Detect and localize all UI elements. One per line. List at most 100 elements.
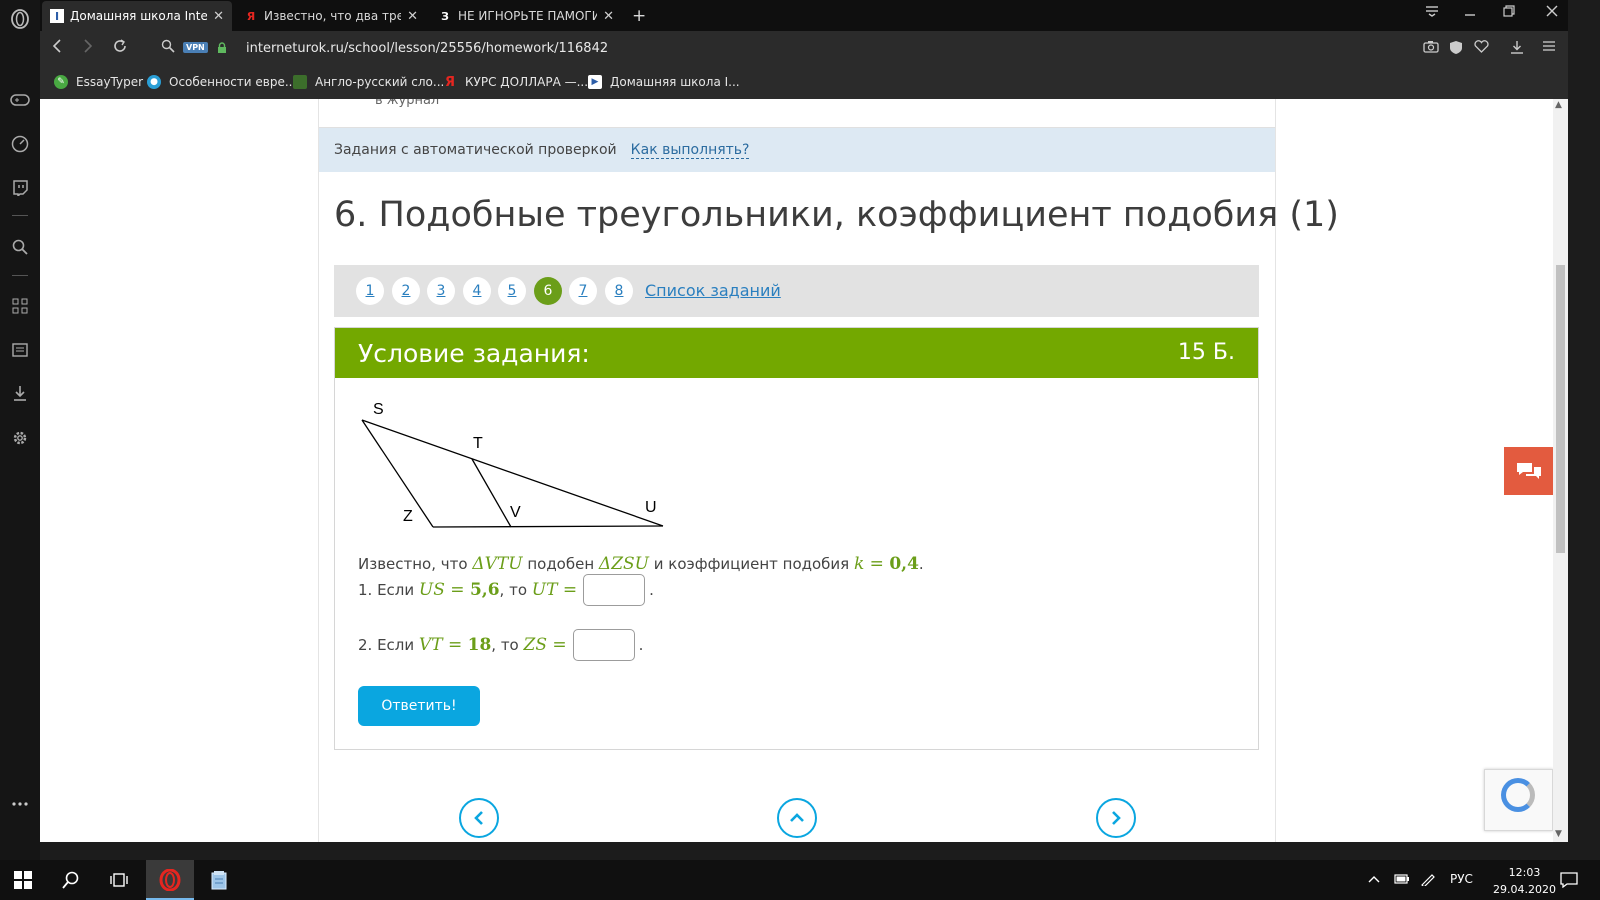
restore-icon[interactable] xyxy=(1497,5,1521,21)
tab-menu-icon[interactable] xyxy=(1420,5,1444,21)
tab-znanija[interactable]: З НЕ ИГНОРЬТЕ ПАМОГИТЕ ✕ xyxy=(430,1,622,31)
favicon-icon: I xyxy=(50,9,64,23)
notifications-icon[interactable] xyxy=(1560,872,1578,891)
text: Известно, что xyxy=(358,555,473,573)
bookmark-home-school[interactable]: ▶ Домашняя школа I... xyxy=(588,75,740,89)
math-var: UT xyxy=(531,580,558,600)
scroll-up-arrow-icon[interactable] xyxy=(777,798,817,838)
close-tab-icon[interactable]: ✕ xyxy=(407,9,418,24)
clock-time: 12:03 xyxy=(1508,866,1541,879)
math-given: VT = 18 xyxy=(419,635,491,655)
more-dots-icon[interactable] xyxy=(8,792,32,816)
interneturok-icon: ▶ xyxy=(588,75,602,89)
search-icon[interactable] xyxy=(58,868,84,892)
math-value: 18 xyxy=(467,635,492,655)
site-icon: ● xyxy=(147,75,161,89)
submit-button[interactable]: Ответить! xyxy=(358,686,480,726)
pen-icon[interactable] xyxy=(1420,872,1436,889)
math-var: VT xyxy=(418,635,443,655)
page-link-3[interactable]: 3 xyxy=(427,277,455,305)
task-panel: Условие задания: 15 Б. S T Z V U Известн… xyxy=(334,327,1259,750)
answer-input-zs[interactable] xyxy=(572,629,635,661)
notepad-app-icon[interactable] xyxy=(206,868,232,892)
page-link-6-current[interactable]: 6 xyxy=(534,277,562,305)
opera-logo-icon[interactable] xyxy=(8,7,32,31)
text: . xyxy=(649,581,654,599)
lock-icon[interactable] xyxy=(212,40,232,58)
bookmarks-bar: ✎ EssayTyper ● Особенности евре... Англо… xyxy=(40,67,1600,99)
page-link-4[interactable]: 4 xyxy=(463,277,491,305)
znanija-favicon-icon: З xyxy=(441,9,449,23)
opera-icon[interactable] xyxy=(157,868,183,892)
new-tab-button[interactable]: + xyxy=(624,1,648,31)
scrollbar-thumb[interactable] xyxy=(1556,265,1565,553)
page-link-5[interactable]: 5 xyxy=(498,277,526,305)
tab-title: НЕ ИГНОРЬТЕ ПАМОГИТЕ xyxy=(458,9,598,23)
task-view-icon[interactable] xyxy=(106,868,132,892)
search-icon[interactable] xyxy=(8,235,32,259)
new-tab-plus: + xyxy=(632,6,647,26)
url-field[interactable]: interneturok.ru/school/lesson/25556/home… xyxy=(246,41,608,56)
how-to-link[interactable]: Как выполнять? xyxy=(630,142,750,159)
tab-title: Домашняя школа Internet xyxy=(70,9,208,23)
heart-icon[interactable] xyxy=(1472,40,1490,57)
math-eq: = xyxy=(864,554,890,574)
yandex-favicon-icon: Я xyxy=(246,9,256,23)
scroll-down-icon[interactable]: ▼ xyxy=(1555,829,1562,839)
math-target: UT = xyxy=(532,580,577,600)
page-link-8[interactable]: 8 xyxy=(605,277,633,305)
task-header: Условие задания: 15 Б. xyxy=(335,328,1258,378)
vpn-badge[interactable]: VPN xyxy=(183,42,208,53)
bookmark-dollar-rate[interactable]: Я КУРС ДОЛЛАРА —... xyxy=(443,74,588,90)
twitch-icon[interactable] xyxy=(8,176,32,200)
news-icon[interactable] xyxy=(8,338,32,362)
easy-setup-icon[interactable] xyxy=(1540,40,1558,56)
chat-button[interactable] xyxy=(1504,447,1553,495)
math-eq: = xyxy=(546,635,567,655)
tray-chevron-icon[interactable] xyxy=(1368,872,1380,886)
downloads-icon[interactable] xyxy=(8,381,32,405)
search-icon[interactable] xyxy=(158,39,178,57)
page-link-1[interactable]: 1 xyxy=(356,277,384,305)
windows-start-icon[interactable] xyxy=(10,868,36,892)
clock-date: 29.04.2020 xyxy=(1493,883,1556,896)
scroll-up-icon[interactable]: ▲ xyxy=(1555,100,1562,110)
page-link-2[interactable]: 2 xyxy=(392,277,420,305)
bookmark-dictionary[interactable]: Англо-русский сло... xyxy=(293,75,444,89)
download-icon[interactable] xyxy=(1508,40,1526,58)
settings-gear-icon[interactable] xyxy=(8,426,32,450)
answer-input-ut[interactable] xyxy=(583,574,646,606)
battery-icon[interactable] xyxy=(1394,872,1410,887)
clock[interactable]: 12:03 29.04.2020 xyxy=(1493,864,1556,898)
tab-active[interactable]: I Домашняя школа Internet ✕ xyxy=(42,1,232,31)
reload-icon[interactable] xyxy=(110,39,130,57)
language-indicator[interactable]: РУС xyxy=(1450,872,1473,886)
minimize-icon[interactable] xyxy=(1458,5,1482,21)
bookmark-essaytyper[interactable]: ✎ EssayTyper xyxy=(54,75,143,89)
close-tab-icon[interactable]: ✕ xyxy=(603,9,614,24)
close-window-icon[interactable] xyxy=(1540,5,1564,21)
speed-dial-icon[interactable] xyxy=(8,132,32,156)
gamepad-icon[interactable] xyxy=(8,88,32,112)
page-link-7[interactable]: 7 xyxy=(569,277,597,305)
label-t: T xyxy=(473,435,483,452)
back-icon[interactable] xyxy=(47,39,67,57)
tab-yandex[interactable]: Я Известно, что два треугол ✕ xyxy=(236,1,426,31)
chat-bubbles-icon xyxy=(1516,463,1541,479)
bookmark-jewish-features[interactable]: ● Особенности евре... xyxy=(147,75,296,89)
task-list-link[interactable]: Список заданий xyxy=(645,281,781,300)
forward-icon[interactable] xyxy=(78,39,98,57)
prev-arrow-icon[interactable] xyxy=(459,798,499,838)
math-var: US xyxy=(418,580,445,600)
vertical-scrollbar[interactable]: ▲ ▼ xyxy=(1553,99,1568,842)
window-edge xyxy=(1568,0,1600,860)
recaptcha-badge[interactable] xyxy=(1484,769,1553,831)
text: , то xyxy=(491,636,524,654)
task-heading: Условие задания: xyxy=(358,339,590,368)
extensions-grid-icon[interactable] xyxy=(8,294,32,318)
next-arrow-icon[interactable] xyxy=(1096,798,1136,838)
shield-icon[interactable] xyxy=(1447,40,1465,59)
snapshot-camera-icon[interactable] xyxy=(1422,40,1440,57)
yandex-icon: Я xyxy=(444,74,455,90)
close-tab-icon[interactable]: ✕ xyxy=(213,9,224,24)
